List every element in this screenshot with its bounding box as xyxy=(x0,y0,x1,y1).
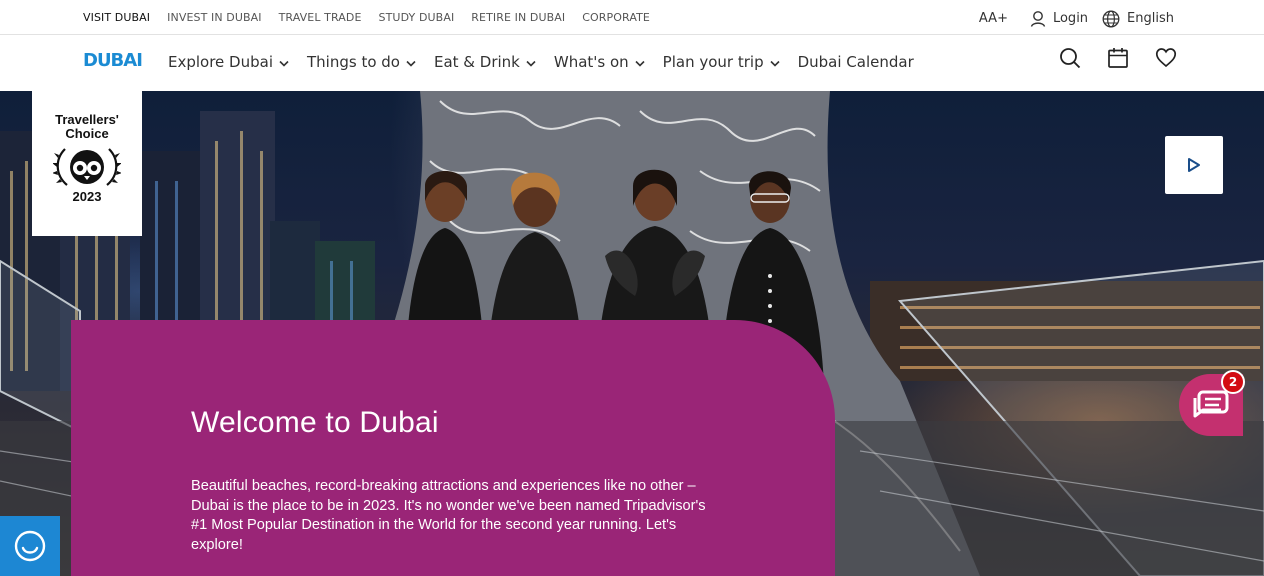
search-button[interactable] xyxy=(1059,47,1081,69)
welcome-panel: Welcome to Dubai Beautiful beaches, reco… xyxy=(71,320,835,576)
menu-label: Explore Dubai xyxy=(168,53,273,71)
menu-whats-on[interactable]: What's on xyxy=(554,53,645,71)
site-links: VISIT DUBAI INVEST IN DUBAI TRAVEL TRADE… xyxy=(83,0,650,35)
login-button[interactable]: Login xyxy=(1030,10,1088,27)
play-video-button[interactable] xyxy=(1165,136,1223,194)
chevron-down-icon xyxy=(770,60,780,67)
link-invest-in-dubai[interactable]: INVEST IN DUBAI xyxy=(167,11,261,24)
badge-title: Travellers' Choice xyxy=(55,112,119,141)
link-retire-in-dubai[interactable]: RETIRE IN DUBAI xyxy=(471,11,565,24)
utility-bar: VISIT DUBAI INVEST IN DUBAI TRAVEL TRADE… xyxy=(0,0,1264,35)
badge-year: 2023 xyxy=(72,189,102,204)
utility-actions: AA+ Login English xyxy=(979,0,1174,37)
tripadvisor-owl-icon xyxy=(53,148,121,186)
menu-label: Eat & Drink xyxy=(433,53,520,71)
chat-notification-badge: 2 xyxy=(1221,370,1245,394)
chevron-down-icon xyxy=(406,60,416,67)
link-study-dubai[interactable]: STUDY DUBAI xyxy=(379,11,455,24)
menu-dubai-calendar[interactable]: Dubai Calendar xyxy=(798,53,914,71)
favourites-button[interactable] xyxy=(1155,47,1177,69)
calendar-button[interactable] xyxy=(1107,47,1129,69)
login-label: Login xyxy=(1052,11,1089,26)
menu-things-to-do[interactable]: Things to do xyxy=(307,53,416,71)
nav-actions xyxy=(1059,47,1177,69)
link-visit-dubai[interactable]: VISIT DUBAI xyxy=(83,11,150,24)
play-icon xyxy=(1188,158,1200,172)
language-label: English xyxy=(1127,11,1174,26)
assistant-button[interactable] xyxy=(0,516,60,576)
dubai-logo[interactable]: DUBAI xyxy=(83,47,145,71)
main-navigation: DUBAI Explore Dubai Things to do Eat & D… xyxy=(0,35,1264,91)
language-selector[interactable]: English xyxy=(1102,10,1174,28)
primary-menu: Explore Dubai Things to do Eat & Drink W… xyxy=(168,35,914,89)
menu-plan-your-trip[interactable]: Plan your trip xyxy=(663,53,780,71)
globe-icon xyxy=(1102,10,1120,27)
chevron-down-icon xyxy=(526,60,536,67)
menu-explore-dubai[interactable]: Explore Dubai xyxy=(168,53,289,71)
heart-icon xyxy=(1155,48,1177,68)
smiley-assistant-icon xyxy=(14,530,46,562)
chevron-down-icon xyxy=(279,60,289,67)
search-icon xyxy=(1060,48,1081,69)
menu-label: Dubai Calendar xyxy=(797,53,914,71)
travellers-choice-badge: Travellers' Choice 2023 xyxy=(32,91,142,236)
hero-section: Travellers' Choice 2023 2 Welcome to Dub… xyxy=(0,91,1264,576)
chat-bubbles-icon xyxy=(1193,390,1229,418)
welcome-body: Beautiful beaches, record-breaking attra… xyxy=(191,478,706,553)
user-icon xyxy=(1030,11,1046,27)
link-corporate[interactable]: CORPORATE xyxy=(582,11,650,24)
svg-text:DUBAI: DUBAI xyxy=(83,50,142,71)
menu-eat-and-drink[interactable]: Eat & Drink xyxy=(434,53,536,71)
menu-label: Things to do xyxy=(307,53,400,71)
welcome-heading: Welcome to Dubai xyxy=(191,406,439,439)
font-size-toggle[interactable]: AA+ xyxy=(979,11,1008,26)
chevron-down-icon xyxy=(635,60,645,67)
menu-label: Plan your trip xyxy=(662,53,764,71)
menu-label: What's on xyxy=(553,53,629,71)
calendar-icon xyxy=(1108,48,1128,68)
link-travel-trade[interactable]: TRAVEL TRADE xyxy=(279,11,362,24)
